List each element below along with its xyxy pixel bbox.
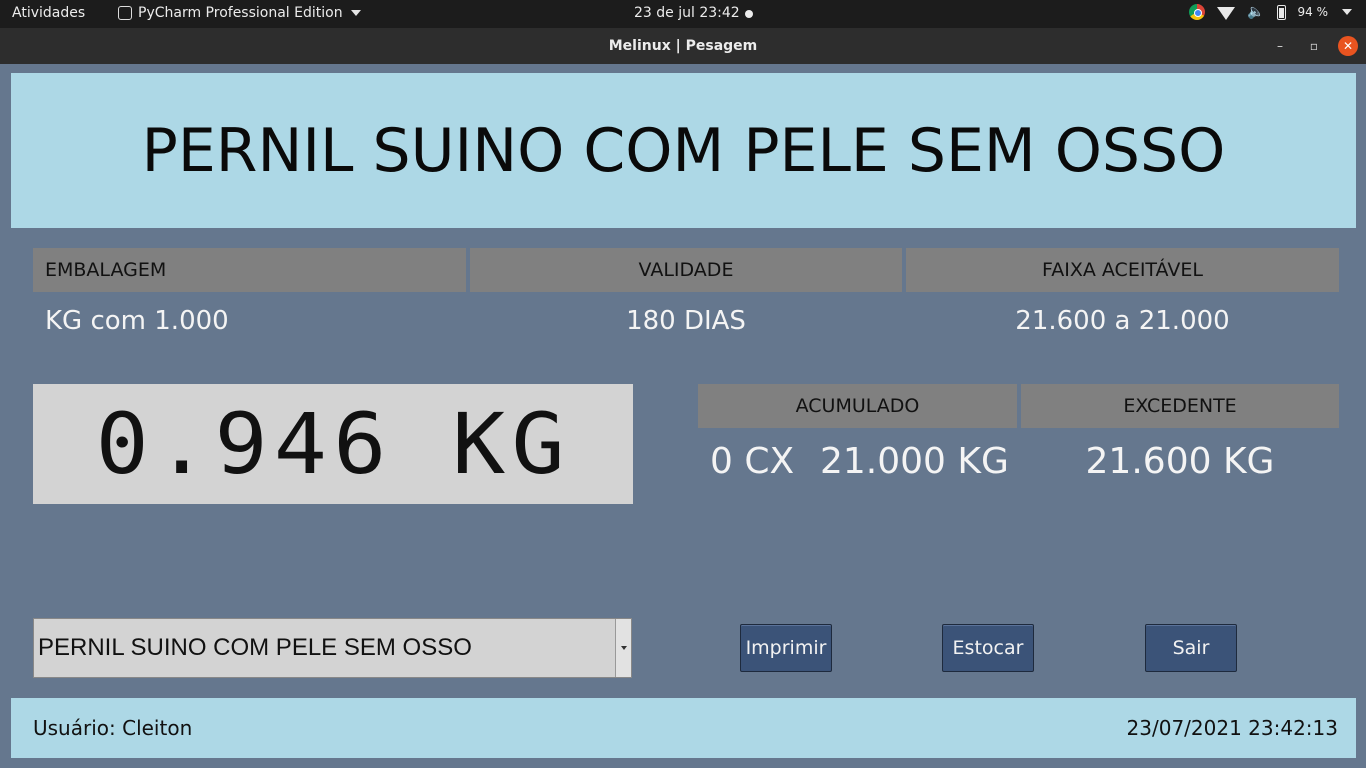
validade-value: 180 DIAS	[626, 306, 746, 336]
pycharm-icon	[118, 6, 132, 20]
embalagem-header: EMBALAGEM	[33, 248, 466, 292]
system-tray[interactable]: 🔈 94 %	[1189, 4, 1352, 20]
current-user: Usuário: Cleiton	[33, 716, 193, 740]
notification-dot-icon	[745, 10, 753, 18]
acumulado-boxes: 0 CX	[710, 441, 795, 482]
faixa-aceitavel-value: 21.600 a 21.000	[1015, 306, 1230, 336]
dropdown-arrow-button[interactable]	[615, 619, 631, 677]
product-select[interactable]: PERNIL SUINO COM PELE SEM OSSO	[33, 618, 632, 678]
activities-button[interactable]: Atividades	[12, 5, 85, 21]
window-title: Melinux | Pesagem	[608, 38, 758, 54]
window-title-bar: Melinux | Pesagem – ▫ ✕	[0, 28, 1366, 64]
system-top-bar: Atividades PyCharm Professional Edition …	[0, 0, 1366, 28]
weight-reading: 0.946 KG	[95, 395, 571, 493]
chevron-down-icon	[1342, 9, 1352, 15]
scale-display: 0.946 KG	[33, 384, 633, 504]
acumulado-weight: 21.000 KG	[820, 441, 1009, 482]
minimize-button[interactable]: –	[1270, 36, 1290, 56]
acumulado-header: ACUMULADO	[698, 384, 1017, 428]
chrome-icon[interactable]	[1189, 4, 1206, 20]
exit-button[interactable]: Sair	[1145, 624, 1237, 672]
battery-icon	[1276, 4, 1286, 20]
chevron-down-icon	[620, 646, 627, 650]
validade-header: VALIDADE	[470, 248, 902, 292]
wifi-icon	[1217, 6, 1236, 20]
embalagem-value: KG com 1.000	[45, 306, 229, 336]
excedente-value: 21.600 KG	[1085, 441, 1275, 482]
volume-icon: 🔈	[1247, 4, 1265, 20]
product-banner: PERNIL SUINO COM PELE SEM OSSO	[11, 73, 1356, 228]
app-menu-label: PyCharm Professional Edition	[138, 5, 343, 21]
print-button[interactable]: Imprimir	[740, 624, 832, 672]
clock[interactable]: 23 de jul 23:42	[634, 5, 740, 21]
chevron-down-icon	[350, 10, 361, 16]
product-select-value: PERNIL SUINO COM PELE SEM OSSO	[38, 634, 472, 661]
excedente-header: EXCEDENTE	[1021, 384, 1339, 428]
product-title: PERNIL SUINO COM PELE SEM OSSO	[141, 115, 1226, 186]
faixa-aceitavel-header: FAIXA ACEITÁVEL	[906, 248, 1339, 292]
status-datetime: 23/07/2021 23:42:13	[1126, 716, 1338, 740]
battery-percent: 94 %	[1297, 5, 1329, 19]
maximize-button[interactable]: ▫	[1304, 36, 1324, 56]
app-menu[interactable]: PyCharm Professional Edition	[118, 5, 361, 21]
status-bar: Usuário: Cleiton 23/07/2021 23:42:13	[11, 698, 1356, 758]
stock-button[interactable]: Estocar	[942, 624, 1034, 672]
close-button[interactable]: ✕	[1338, 36, 1358, 56]
